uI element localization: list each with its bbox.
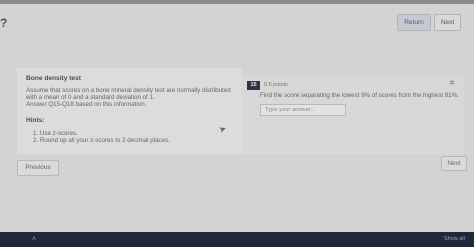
content-line: with a mean of 0 and a standard deviatio… — [26, 94, 155, 102]
next-button-bottom[interactable]: Next — [441, 156, 467, 171]
question-points: 0.5 points — [264, 82, 288, 88]
help-icon[interactable]: ? — [0, 16, 9, 30]
previous-button[interactable]: Previous — [17, 160, 59, 176]
content-panel: Bone density test Assume that scores on … — [17, 68, 242, 154]
return-button[interactable]: Return — [397, 14, 431, 31]
hints-list: 1. Use z-scores. 2. Round up all your z-… — [33, 130, 170, 145]
question-text: Find the score separating the lowest 9% … — [260, 92, 459, 99]
hint-item: 1. Use z-scores. — [33, 130, 78, 137]
question-panel: 15 0.5 points ✲ Find the score separatin… — [242, 76, 464, 154]
hint-item: 2. Round up all your z-scores to 2 decim… — [33, 137, 170, 145]
hints-title: Hints: — [26, 117, 45, 124]
content-line: Assume that scores on a bone mineral den… — [26, 87, 231, 94]
question-number-badge: 15 — [247, 81, 260, 90]
content-text: Assume that scores on a bone mineral den… — [26, 87, 238, 109]
answer-input[interactable] — [260, 104, 346, 116]
chevron-up-icon[interactable]: ˄ — [32, 236, 36, 243]
pin-icon[interactable]: ✲ — [449, 79, 455, 87]
quiz-page: ? Return Next Bone density test Assume t… — [0, 4, 474, 232]
show-all-link[interactable]: Show all — [444, 234, 465, 244]
content-title: Bone density test — [26, 75, 81, 82]
taskbar: ˄ Show all — [0, 232, 474, 247]
content-line: Answer Q15-Q18 based on this information… — [26, 101, 147, 109]
next-button-top[interactable]: Next — [434, 14, 461, 31]
